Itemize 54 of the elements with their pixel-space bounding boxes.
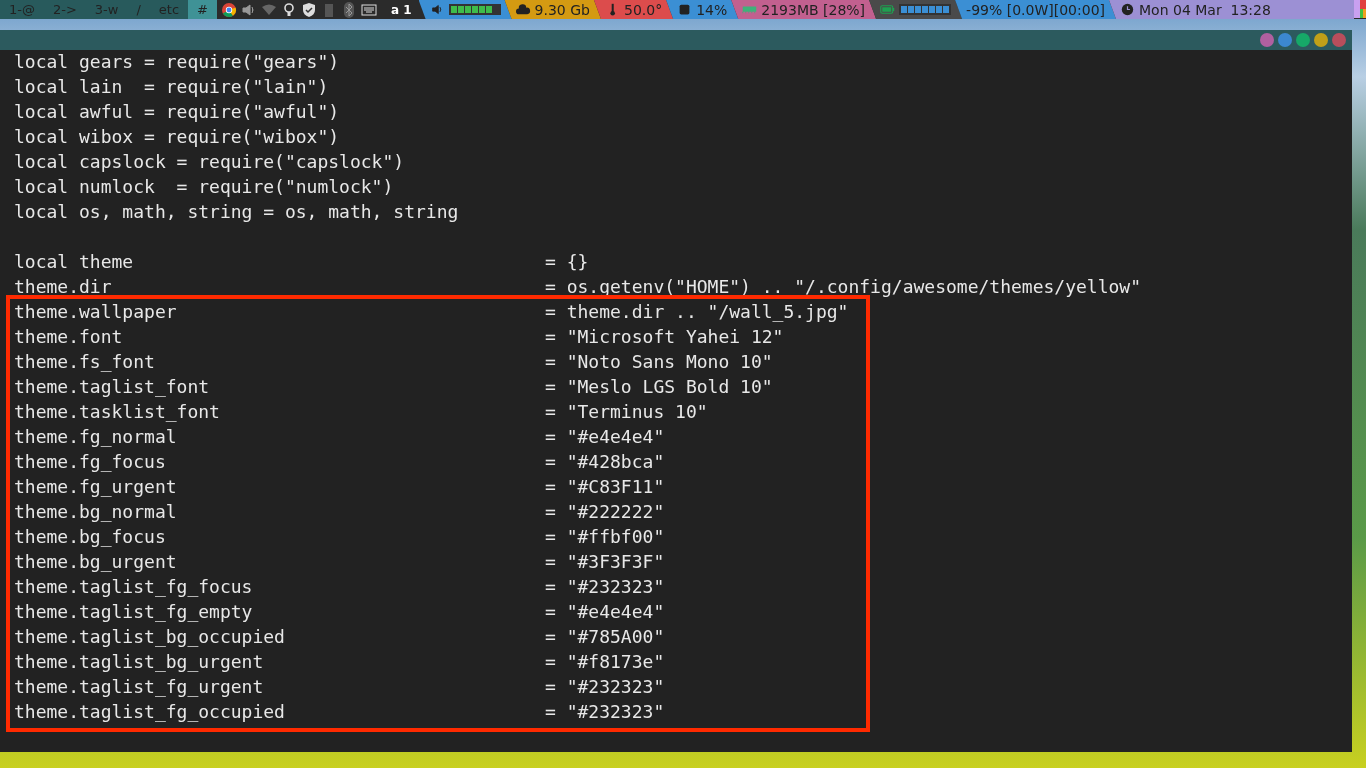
code-line: local awful = require("awful") xyxy=(14,100,341,124)
code-line: local gears = require("gears") xyxy=(14,50,341,74)
code-line: theme.taglist_fg_urgent = "#232323" xyxy=(14,675,666,699)
code-line: local lain = require("lain") xyxy=(14,75,330,99)
code-line: theme.taglist_fg_occupied = "#232323" xyxy=(14,700,666,724)
speaker-icon[interactable] xyxy=(241,1,257,18)
code-line: theme.fg_normal = "#e4e4e4" xyxy=(14,425,666,449)
code-line: theme.wallpaper = theme.dir .. "/wall_5.jpg" xyxy=(14,300,850,324)
workspace-tag[interactable]: # xyxy=(188,0,217,19)
code-line: theme.taglist_fg_focus = "#232323" xyxy=(14,575,666,599)
code-line: local theme = {} xyxy=(14,250,590,274)
code-line: theme.taglist_bg_urgent = "#f8173e" xyxy=(14,650,666,674)
code-line: theme.bg_urgent = "#3F3F3F" xyxy=(14,550,666,574)
widget-text: 9.30 Gb xyxy=(534,1,590,18)
keyboard-layout[interactable]: a 1 xyxy=(391,2,412,17)
battery-icon xyxy=(880,3,896,16)
widget-text: Mon 04 Mar 13:28 xyxy=(1139,1,1271,18)
bluetooth-icon[interactable] xyxy=(341,1,357,18)
code-line: theme.taglist_bg_occupied = "#785A00" xyxy=(14,625,666,649)
code-line: theme.font = "Microsoft Yahei 12" xyxy=(14,325,785,349)
widget-text: -99% [0.0W][00:00] xyxy=(966,1,1105,18)
window-control[interactable] xyxy=(1260,33,1274,47)
workspace-tag[interactable]: etc xyxy=(149,0,189,19)
code-line: theme.taglist_font = "Meslo LGS Bold 10" xyxy=(14,375,774,399)
code-line: local wibox = require("wibox") xyxy=(14,125,341,149)
code-line: theme.tasklist_font = "Terminus 10" xyxy=(14,400,709,424)
widget-text: 50.0° xyxy=(623,1,663,18)
workspace-tag[interactable]: / xyxy=(127,0,150,19)
window-control[interactable] xyxy=(1278,33,1292,47)
code-line: theme.fg_focus = "#428bca" xyxy=(14,450,666,474)
bulb-icon[interactable] xyxy=(281,1,297,18)
code-line: theme.bg_focus = "#ffbf00" xyxy=(14,525,666,549)
window-control[interactable] xyxy=(1296,33,1310,47)
code-line: theme.bg_normal = "#222222" xyxy=(14,500,666,524)
workspace-tag[interactable]: 2-> xyxy=(43,0,86,19)
browser-icon[interactable] xyxy=(221,1,237,18)
layout-icon[interactable] xyxy=(1354,0,1366,18)
widget-text: 14% xyxy=(696,1,728,18)
widget-text: 2193MB [28%] xyxy=(761,1,866,18)
code-line: local numlock = require("numlock") xyxy=(14,175,395,199)
workspace-tag[interactable]: 3-w xyxy=(85,0,128,19)
cloud-icon xyxy=(515,3,531,16)
keyboard-icon[interactable] xyxy=(361,1,377,18)
code-line: theme.taglist_fg_empty = "#e4e4e4" xyxy=(14,600,666,624)
window-control[interactable] xyxy=(1332,33,1346,47)
code-line: local os, math, string = os, math, string xyxy=(14,200,460,224)
workspace-tag[interactable]: 1-@ xyxy=(0,0,44,19)
clock-icon xyxy=(1120,3,1135,16)
shield-icon[interactable] xyxy=(301,1,317,18)
window-control[interactable] xyxy=(1314,33,1328,47)
code-line: theme.dir = os.getenv("HOME") .. "/.config/awesome/themes/yellow" xyxy=(14,275,1143,299)
code-line: theme.fg_urgent = "#C83F11" xyxy=(14,475,666,499)
code-line: local capslock = require("capslock") xyxy=(14,150,406,174)
code-line: theme.fs_font = "Noto Sans Mono 10" xyxy=(14,350,774,374)
